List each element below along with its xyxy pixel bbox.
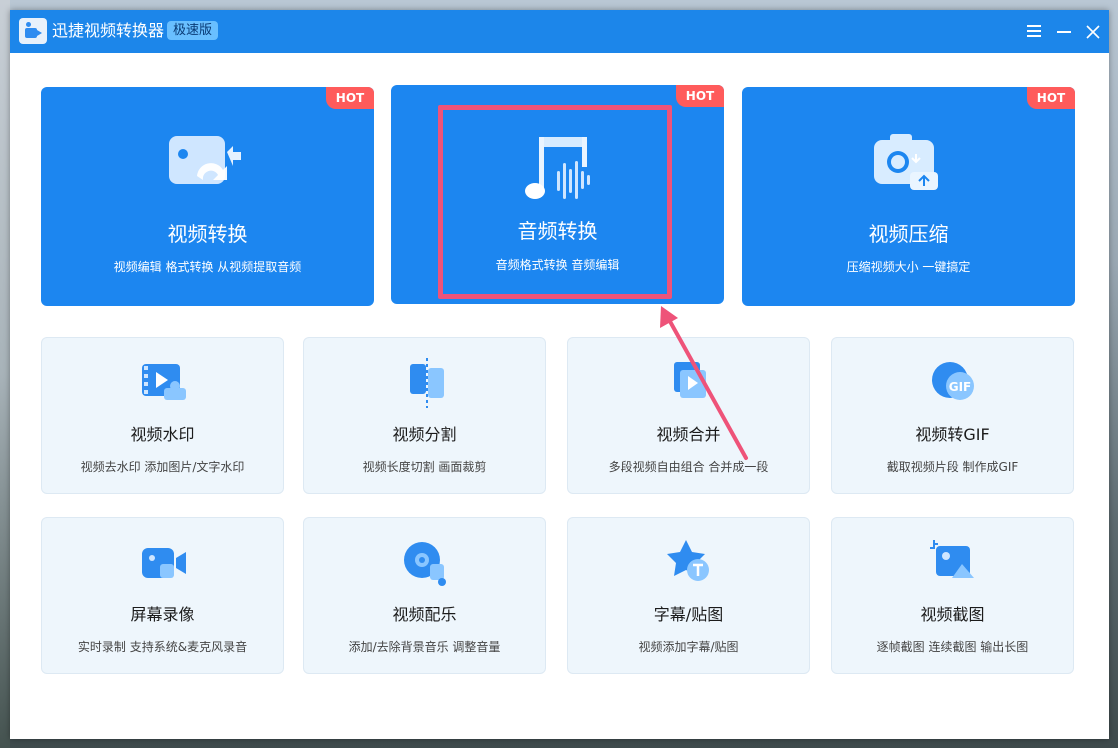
tool-subtitle: 实时录制 支持系统&麦克风录音 (77, 640, 248, 654)
tool-card-video-split[interactable]: 视频分割 视频长度切割 画面裁剪 (303, 337, 546, 494)
edition-badge: 极速版 (167, 21, 219, 40)
minimize-button[interactable] (1054, 22, 1074, 42)
feature-card-video-convert[interactable]: HOT 视频转换 视频编辑 格式转换 从视频提取音频 (41, 87, 374, 306)
close-button[interactable] (1083, 22, 1103, 42)
tool-card-video-to-gif[interactable]: GIF 视频转GIF 截取视频片段 制作成GIF (831, 337, 1074, 494)
tool-title: 视频合并 (656, 425, 721, 444)
video-music-icon (404, 542, 446, 586)
tool-card-video-music[interactable]: 视频配乐 添加/去除背景音乐 调整音量 (303, 517, 546, 674)
tool-subtitle: 视频长度切割 画面裁剪 (362, 460, 487, 474)
tool-subtitle: 视频去水印 添加图片/文字水印 (80, 460, 245, 474)
tool-title: 视频分割 (392, 425, 457, 444)
video-split-icon (410, 358, 444, 408)
menu-icon[interactable] (1024, 22, 1044, 42)
video-compress-icon (874, 134, 938, 190)
tool-subtitle: 逐帧截图 连续截图 输出长图 (876, 640, 1029, 654)
tool-title: 视频配乐 (392, 605, 457, 624)
tool-card-video-screenshot[interactable]: 视频截图 逐帧截图 连续截图 输出长图 (831, 517, 1074, 674)
annotation-highlight-box (438, 105, 672, 299)
video-merge-icon (674, 362, 706, 398)
tool-subtitle: 多段视频自由组合 合并成一段 (608, 460, 769, 474)
tool-card-subtitle-sticker[interactable]: 字幕/贴图 视频添加字幕/贴图 (567, 517, 810, 674)
tool-subtitle: 添加/去除背景音乐 调整音量 (348, 640, 501, 654)
tool-card-video-watermark[interactable]: 视频水印 视频去水印 添加图片/文字水印 (41, 337, 284, 494)
tool-subtitle: 视频添加字幕/贴图 (638, 640, 739, 654)
gif-icon: GIF (932, 362, 974, 400)
feature-title: 视频压缩 (868, 222, 949, 246)
feature-card-video-compress[interactable]: HOT 视频压缩 压缩视频大小 一键搞定 (742, 87, 1075, 306)
tool-card-video-merge[interactable]: 视频合并 多段视频自由组合 合并成一段 (567, 337, 810, 494)
tool-card-screen-record[interactable]: 屏幕录像 实时录制 支持系统&麦克风录音 (41, 517, 284, 674)
feature-subtitle: 视频编辑 格式转换 从视频提取音频 (113, 260, 302, 274)
video-watermark-icon (142, 364, 186, 400)
tool-title: 字幕/贴图 (653, 605, 724, 624)
feature-subtitle: 压缩视频大小 一键搞定 (846, 260, 971, 274)
title-bar: 迅捷视频转换器 极速版 (10, 10, 1109, 53)
app-title: 迅捷视频转换器 (52, 21, 165, 40)
video-convert-icon (169, 136, 241, 184)
hot-badge: HOT (676, 85, 724, 107)
tool-title: 视频水印 (130, 425, 195, 444)
minimize-icon (1057, 31, 1071, 33)
close-icon (1086, 25, 1100, 39)
app-logo-icon (19, 18, 47, 44)
tool-title: 屏幕录像 (130, 605, 195, 624)
feature-title: 视频转换 (167, 222, 248, 246)
desktop-background (0, 0, 10, 748)
video-screenshot-icon (930, 540, 974, 578)
tool-title: 视频转GIF (915, 425, 990, 444)
hot-badge: HOT (1027, 87, 1075, 109)
gif-icon-text: GIF (949, 380, 972, 394)
tool-title: 视频截图 (920, 605, 985, 624)
hot-badge: HOT (326, 87, 374, 109)
app-window: 迅捷视频转换器 极速版 HOT 视频转换 视频编辑 格式转换 从视频提取音频 H… (10, 10, 1109, 739)
subtitle-sticker-icon (667, 540, 709, 581)
screen-record-icon (142, 548, 186, 578)
tool-subtitle: 截取视频片段 制作成GIF (886, 460, 1019, 474)
